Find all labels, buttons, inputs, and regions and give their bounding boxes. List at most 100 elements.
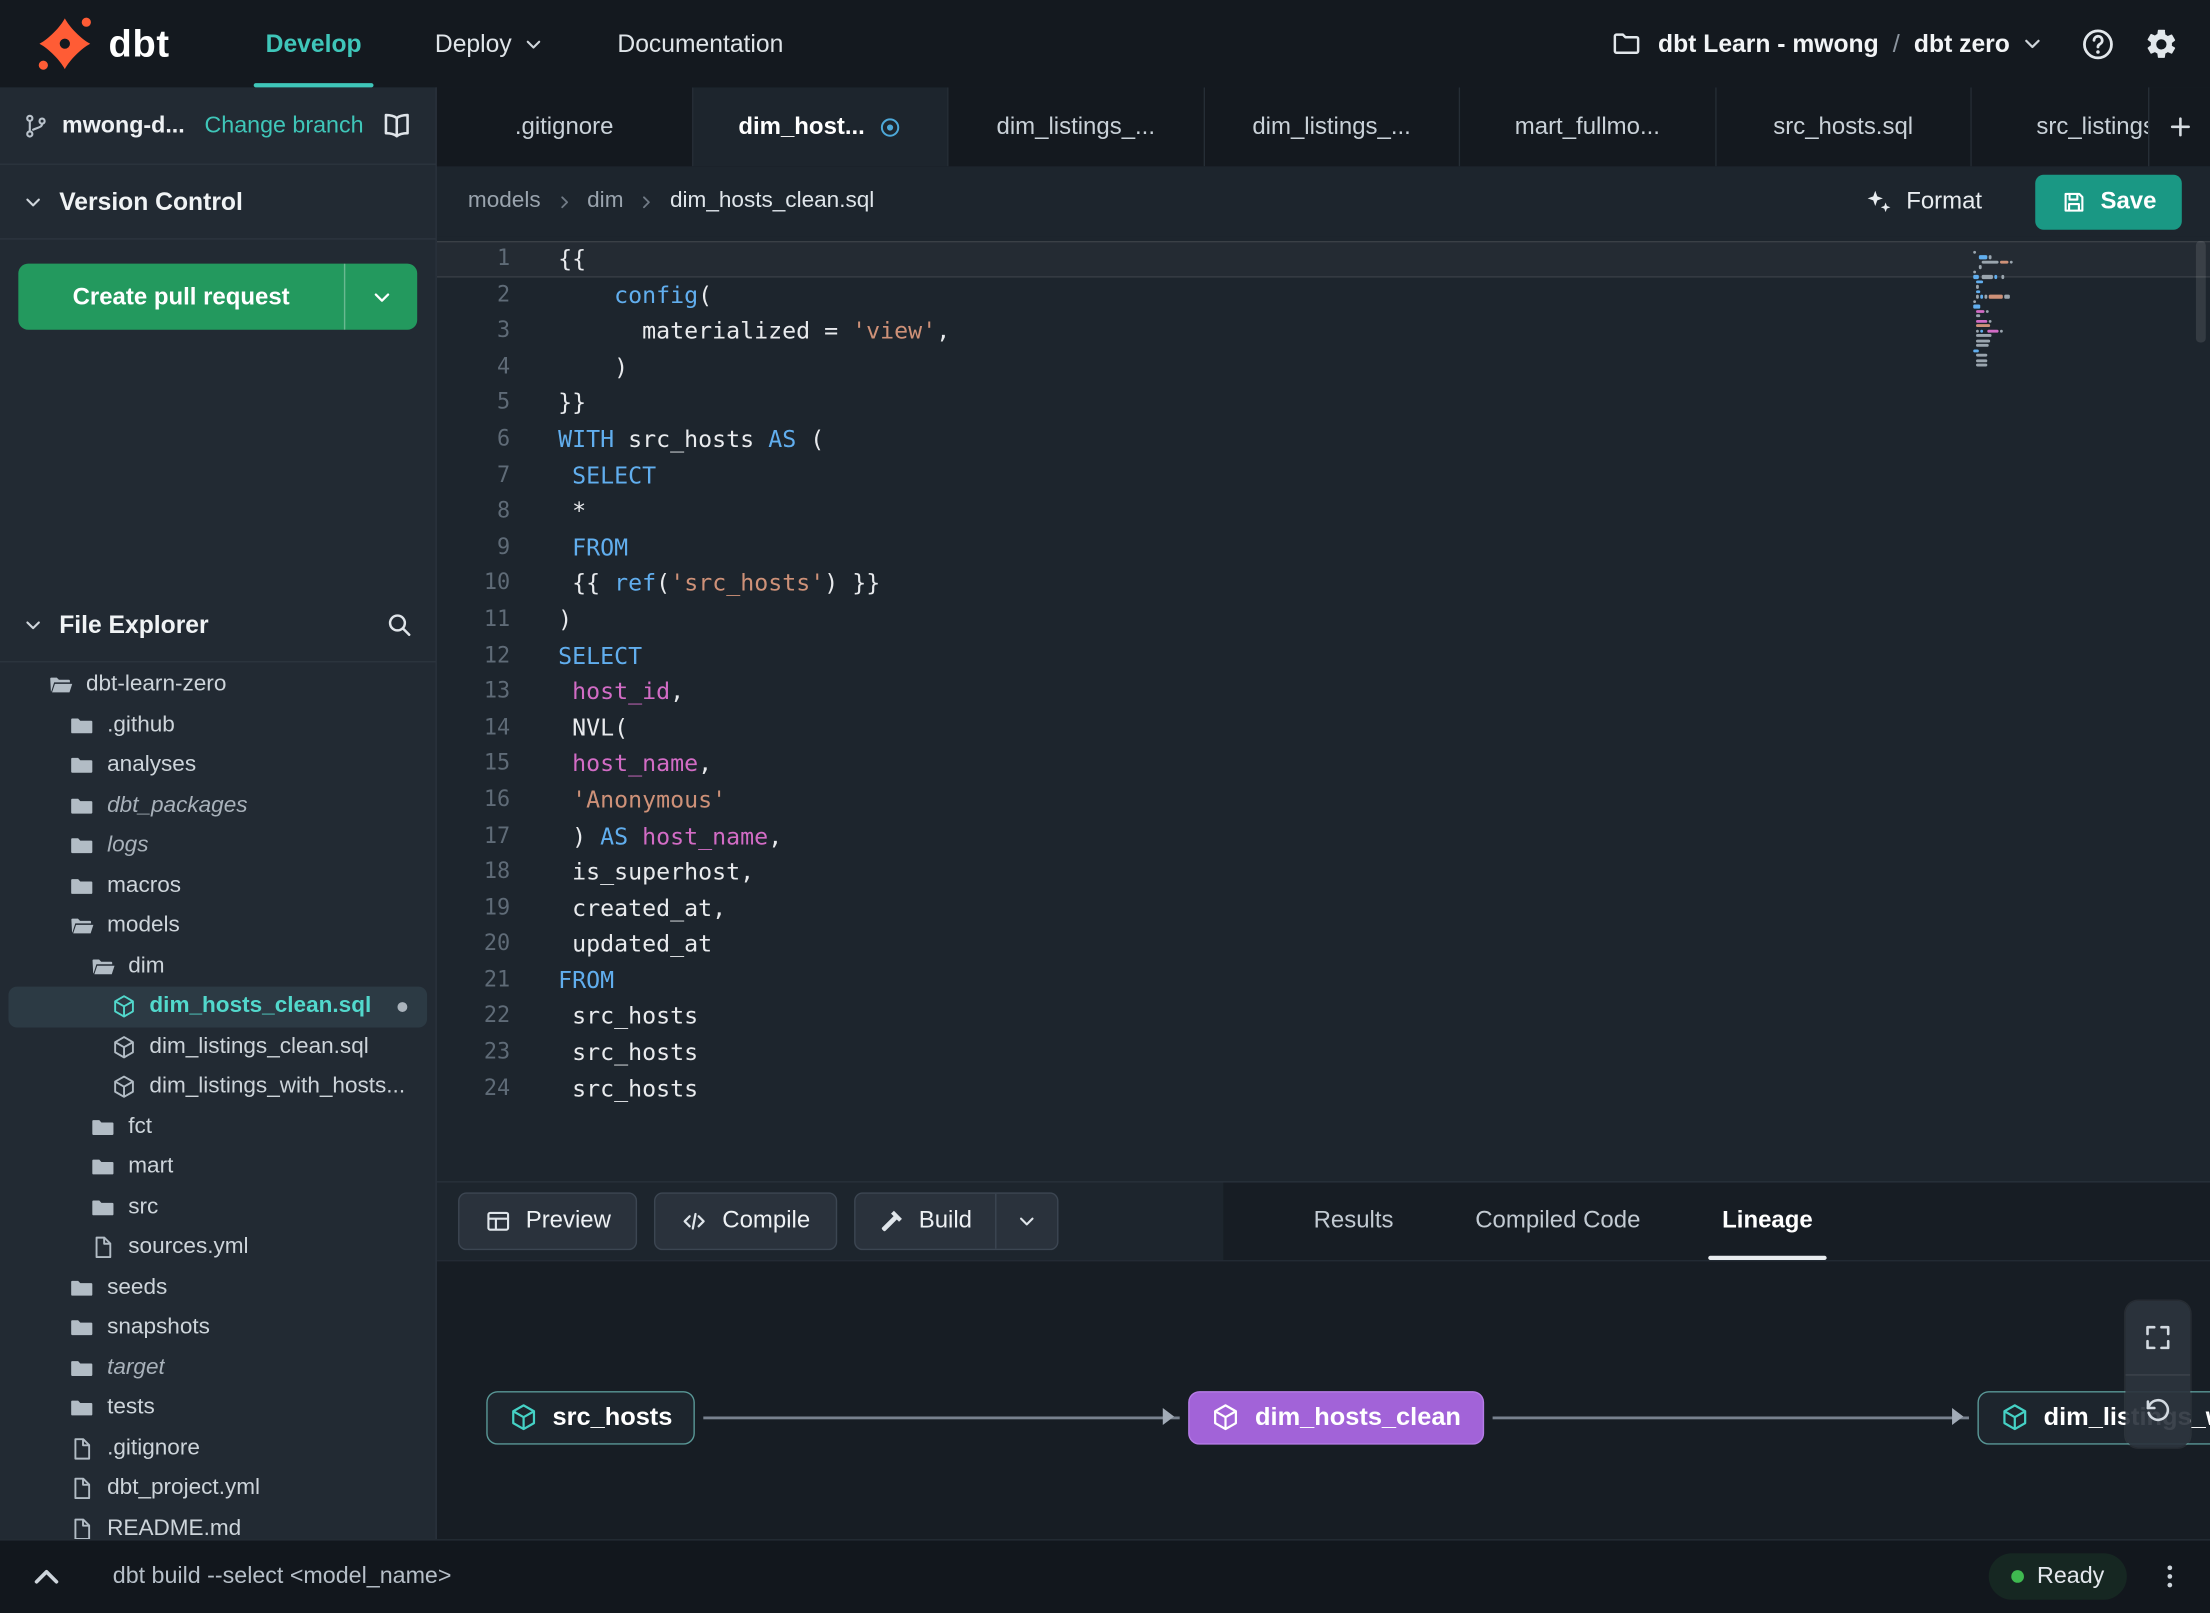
file-tree-item-gitignore[interactable]: .gitignore <box>8 1428 427 1468</box>
section-chevron-down-icon <box>23 191 44 212</box>
code-line[interactable]: 24 src_hosts <box>437 1071 2210 1107</box>
code-line[interactable]: 7 SELECT <box>437 457 2210 493</box>
line-content: config( <box>614 281 713 309</box>
lineage-refresh-button[interactable] <box>2125 1373 2191 1446</box>
file-tree-item-dim-listings-clean-sql[interactable]: dim_listings_clean.sql <box>8 1027 427 1067</box>
breadcrumb-item[interactable]: dim_hosts_clean.sql <box>670 189 874 214</box>
editor-scrollbar[interactable] <box>2195 241 2206 343</box>
code-line[interactable]: 19 created_at, <box>437 890 2210 926</box>
command-input[interactable]: dbt build --select <model_name> <box>113 1563 452 1590</box>
dbt-home-link[interactable]: dbt <box>37 16 170 72</box>
docs-book-icon[interactable] <box>381 109 413 141</box>
format-button[interactable]: Format <box>1846 176 2002 227</box>
editor-tab-src-hosts-sql[interactable]: src_hosts.sql <box>1715 87 1972 167</box>
build-button[interactable]: Build <box>855 1193 994 1248</box>
lineage-panel: src_hostsdim_hosts_cleandim_listings_wit… <box>436 1260 2210 1539</box>
topnav-item-label: Develop <box>265 28 362 58</box>
preview-button[interactable]: Preview <box>458 1191 638 1250</box>
project-name[interactable]: dbt Learn - mwong <box>1658 29 1879 59</box>
overflow-menu-icon[interactable] <box>2155 1562 2185 1592</box>
cube-icon <box>1211 1402 1241 1432</box>
code-line[interactable]: 20 updated_at <box>437 926 2210 962</box>
environment-selector[interactable]: dbt zero <box>1914 29 2010 59</box>
file-tree-item-tests[interactable]: tests <box>8 1388 427 1428</box>
code-line[interactable]: 21 FROM <box>437 962 2210 998</box>
compile-button[interactable]: Compile <box>654 1191 837 1250</box>
bottom-toolbar: Preview Compile Build ResultsCompiled C <box>436 1180 2210 1261</box>
change-branch-link[interactable]: Change branch <box>204 112 363 139</box>
folder-icon <box>90 1155 115 1180</box>
code-line[interactable]: 6 WITH src_hosts AS ( <box>437 421 2210 457</box>
file-tree-item-src[interactable]: src <box>8 1187 427 1227</box>
environment-chevron-down-icon[interactable] <box>2021 32 2044 55</box>
file-tree-item-github[interactable]: .github <box>8 705 427 745</box>
code-line[interactable]: 14 NVL( <box>437 710 2210 746</box>
code-line[interactable]: 4 ) <box>437 349 2210 385</box>
file-explorer-header[interactable]: File Explorer <box>0 588 436 663</box>
lineage-fullscreen-button[interactable] <box>2125 1300 2190 1373</box>
code-line[interactable]: 18 is_superhost, <box>437 854 2210 890</box>
code-line[interactable]: 2 config( <box>437 277 2210 313</box>
code-line[interactable]: 5}} <box>437 385 2210 421</box>
code-line[interactable]: 9 FROM <box>437 530 2210 566</box>
lineage-node-src-hosts[interactable]: src_hosts <box>486 1390 695 1444</box>
topnav-develop[interactable]: Develop <box>229 0 398 88</box>
file-tree-item-mart[interactable]: mart <box>8 1147 427 1187</box>
file-tree-item-seeds[interactable]: seeds <box>8 1268 427 1308</box>
code-line[interactable]: 8 * <box>437 494 2210 530</box>
code-line[interactable]: 23 src_hosts <box>437 1035 2210 1071</box>
code-line[interactable]: 17 ) AS host_name, <box>437 818 2210 854</box>
result-tab-lineage[interactable]: Lineage <box>1691 1182 1844 1260</box>
editor-tab-mart-fullmo[interactable]: mart_fullmo... <box>1460 87 1716 167</box>
file-tree-item-readme-md[interactable]: README.md <box>8 1509 427 1539</box>
code-line[interactable]: 22 src_hosts <box>437 999 2210 1035</box>
file-tree-item-dim[interactable]: dim <box>8 946 427 986</box>
create-pull-request-dropdown[interactable] <box>343 263 417 330</box>
code-line[interactable]: 15 host_name, <box>437 746 2210 782</box>
version-control-header[interactable]: Version Control <box>0 165 436 240</box>
file-tree-item-target[interactable]: target <box>8 1348 427 1388</box>
file-tree-item-dim-listings-with-hosts[interactable]: dim_listings_with_hosts... <box>8 1067 427 1107</box>
command-bar-expand-chevron-up-icon[interactable] <box>28 1558 65 1595</box>
code-line[interactable]: 12 SELECT <box>437 638 2210 674</box>
file-tree-item-macros[interactable]: macros <box>8 866 427 906</box>
result-tab-results[interactable]: Results <box>1283 1182 1425 1260</box>
code-line[interactable]: 16 'Anonymous' <box>437 782 2210 818</box>
editor-minimap[interactable] <box>1973 250 2043 367</box>
editor-tab-src-listings[interactable]: src_listings. <box>1971 87 2148 167</box>
new-tab-button[interactable] <box>2147 87 2210 167</box>
file-search-icon[interactable] <box>385 610 413 638</box>
build-dropdown[interactable] <box>994 1193 1057 1249</box>
topnav-deploy[interactable]: Deploy <box>398 0 581 87</box>
lineage-node-dim-hosts-clean[interactable]: dim_hosts_clean <box>1188 1390 1484 1444</box>
save-button[interactable]: Save <box>2035 174 2182 230</box>
file-tree-item-models[interactable]: models <box>8 906 427 946</box>
file-tree-item-dbt-learn-zero[interactable]: dbt-learn-zero <box>8 665 427 705</box>
file-tree-item-analyses[interactable]: analyses <box>8 746 427 786</box>
file-tree-item-dim-hosts-clean-sql[interactable]: dim_hosts_clean.sql <box>8 986 428 1027</box>
status-green-dot <box>2011 1570 2025 1583</box>
code-line[interactable]: 11) <box>437 602 2210 638</box>
editor-tab-dim-listings[interactable]: dim_listings_... <box>948 87 1205 167</box>
topnav-documentation[interactable]: Documentation <box>581 0 820 87</box>
breadcrumb-item[interactable]: dim <box>587 189 623 214</box>
editor-tab-dim-host[interactable]: dim_host... <box>692 87 949 167</box>
code-editor[interactable]: 1{{2 config(3 materialized = 'view', 4 ) 5… <box>436 236 2210 1181</box>
code-line[interactable]: 1 {{ <box>437 241 2210 277</box>
file-tree-item-logs[interactable]: logs <box>8 826 427 866</box>
code-line[interactable]: 10 {{ ref('src_hosts') }} <box>437 566 2210 602</box>
help-icon[interactable] <box>2080 26 2115 61</box>
file-tree-item-snapshots[interactable]: snapshots <box>8 1308 427 1348</box>
editor-tab-gitignore[interactable]: .gitignore <box>436 87 693 167</box>
file-tree-item-fct[interactable]: fct <box>8 1107 427 1147</box>
result-tab-compiled-code[interactable]: Compiled Code <box>1444 1182 1671 1260</box>
editor-tab-dim-listings[interactable]: dim_listings_... <box>1204 87 1461 167</box>
settings-gear-icon[interactable] <box>2144 26 2179 61</box>
file-tree-item-sources-yml[interactable]: sources.yml <box>8 1228 427 1268</box>
code-line[interactable]: 13 host_id, <box>437 674 2210 710</box>
breadcrumb-item[interactable]: models <box>468 189 541 214</box>
code-line[interactable]: 3 materialized = 'view', <box>437 313 2210 349</box>
file-tree-item-dbt-packages[interactable]: dbt_packages <box>8 786 427 826</box>
create-pull-request-button[interactable]: Create pull request <box>18 264 344 330</box>
file-tree-item-dbt-project-yml[interactable]: dbt_project.yml <box>8 1469 427 1509</box>
